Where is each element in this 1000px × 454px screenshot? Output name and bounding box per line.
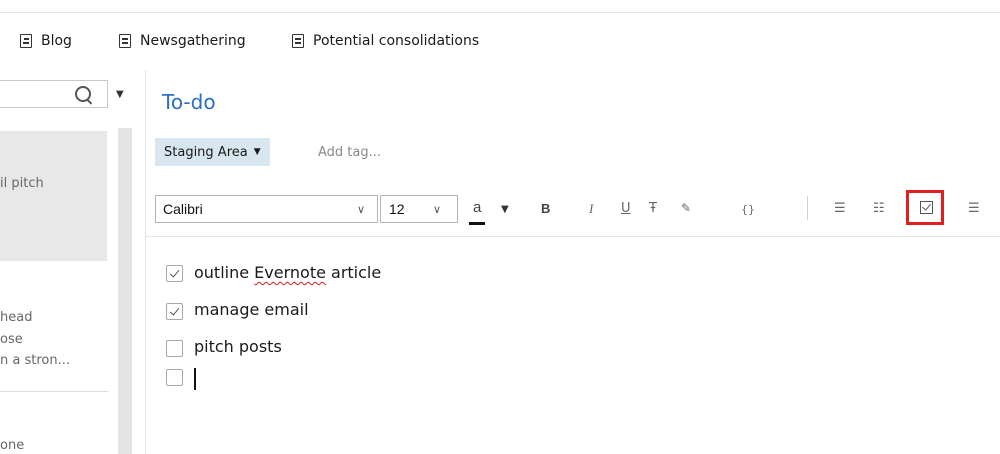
underline-button[interactable]: U	[621, 201, 631, 216]
note-snippet: head	[0, 310, 33, 325]
toolbar-divider	[146, 236, 1000, 237]
numbered-list-button[interactable]: ☷	[873, 201, 885, 216]
chevron-down-icon: ∨	[433, 203, 442, 216]
note-title[interactable]: To-do	[162, 90, 216, 114]
chevron-down-icon[interactable]: ▼	[116, 89, 124, 100]
code-block-button[interactable]: {}	[741, 203, 755, 216]
bold-button[interactable]: B	[541, 201, 550, 216]
checkbox-unchecked[interactable]	[166, 340, 183, 357]
text-color-swatch	[469, 222, 485, 225]
bulleted-list-button[interactable]: ☰	[834, 201, 846, 216]
font-family-value: Calibri	[163, 201, 203, 217]
shortcut-blog[interactable]: Blog	[20, 31, 72, 51]
checkbox-unchecked[interactable]	[166, 369, 183, 386]
note-card-divider	[0, 391, 108, 392]
checklist-item-text: manage email	[194, 300, 309, 319]
shortcut-label: Blog	[41, 33, 72, 49]
note-icon	[292, 34, 304, 48]
note-snippet: n a stron...	[0, 353, 70, 368]
toolbar-separator	[807, 196, 808, 220]
text-color-icon[interactable]: a	[473, 199, 481, 216]
highlight-button[interactable]: ✎	[681, 201, 691, 215]
search-icon[interactable]	[75, 86, 91, 102]
text-cursor	[194, 368, 196, 390]
note-card-selected[interactable]	[0, 131, 107, 261]
caret-down-icon[interactable]: ▼	[501, 204, 509, 215]
strikethrough-button[interactable]: Ŧ	[649, 201, 657, 216]
align-left-button[interactable]: ☰	[968, 201, 980, 216]
top-border	[0, 12, 1000, 13]
notebook-icon	[20, 34, 32, 48]
shortcut-newsgathering[interactable]: Newsgathering	[119, 31, 246, 51]
note-snippet: il pitch	[0, 176, 44, 191]
shortcut-potential-consolidations[interactable]: Potential consolidations	[292, 31, 479, 51]
chevron-down-icon: ∨	[357, 203, 366, 216]
italic-button[interactable]: I	[589, 201, 593, 217]
checkbox-icon	[920, 201, 933, 214]
tag-chip[interactable]: Staging Area ▼	[155, 138, 270, 166]
shortcut-label: Newsgathering	[140, 33, 246, 49]
font-size-value: 12	[389, 201, 405, 217]
note-list-scrollbar[interactable]	[118, 128, 132, 454]
note-snippet: ose	[0, 332, 23, 347]
note-snippet: one	[0, 438, 25, 453]
search-input[interactable]	[0, 80, 108, 108]
checklist-item-text: pitch posts	[194, 337, 282, 356]
shortcut-label: Potential consolidations	[313, 33, 480, 49]
add-tag-input[interactable]: Add tag...	[318, 145, 381, 160]
caret-down-icon: ▼	[253, 147, 261, 157]
tag-label: Staging Area	[164, 144, 248, 160]
checkbox-checked[interactable]	[166, 265, 183, 282]
checklist-item-text: outline Evernote article	[194, 263, 382, 282]
note-icon	[119, 34, 131, 48]
checkbox-checked[interactable]	[166, 303, 183, 320]
